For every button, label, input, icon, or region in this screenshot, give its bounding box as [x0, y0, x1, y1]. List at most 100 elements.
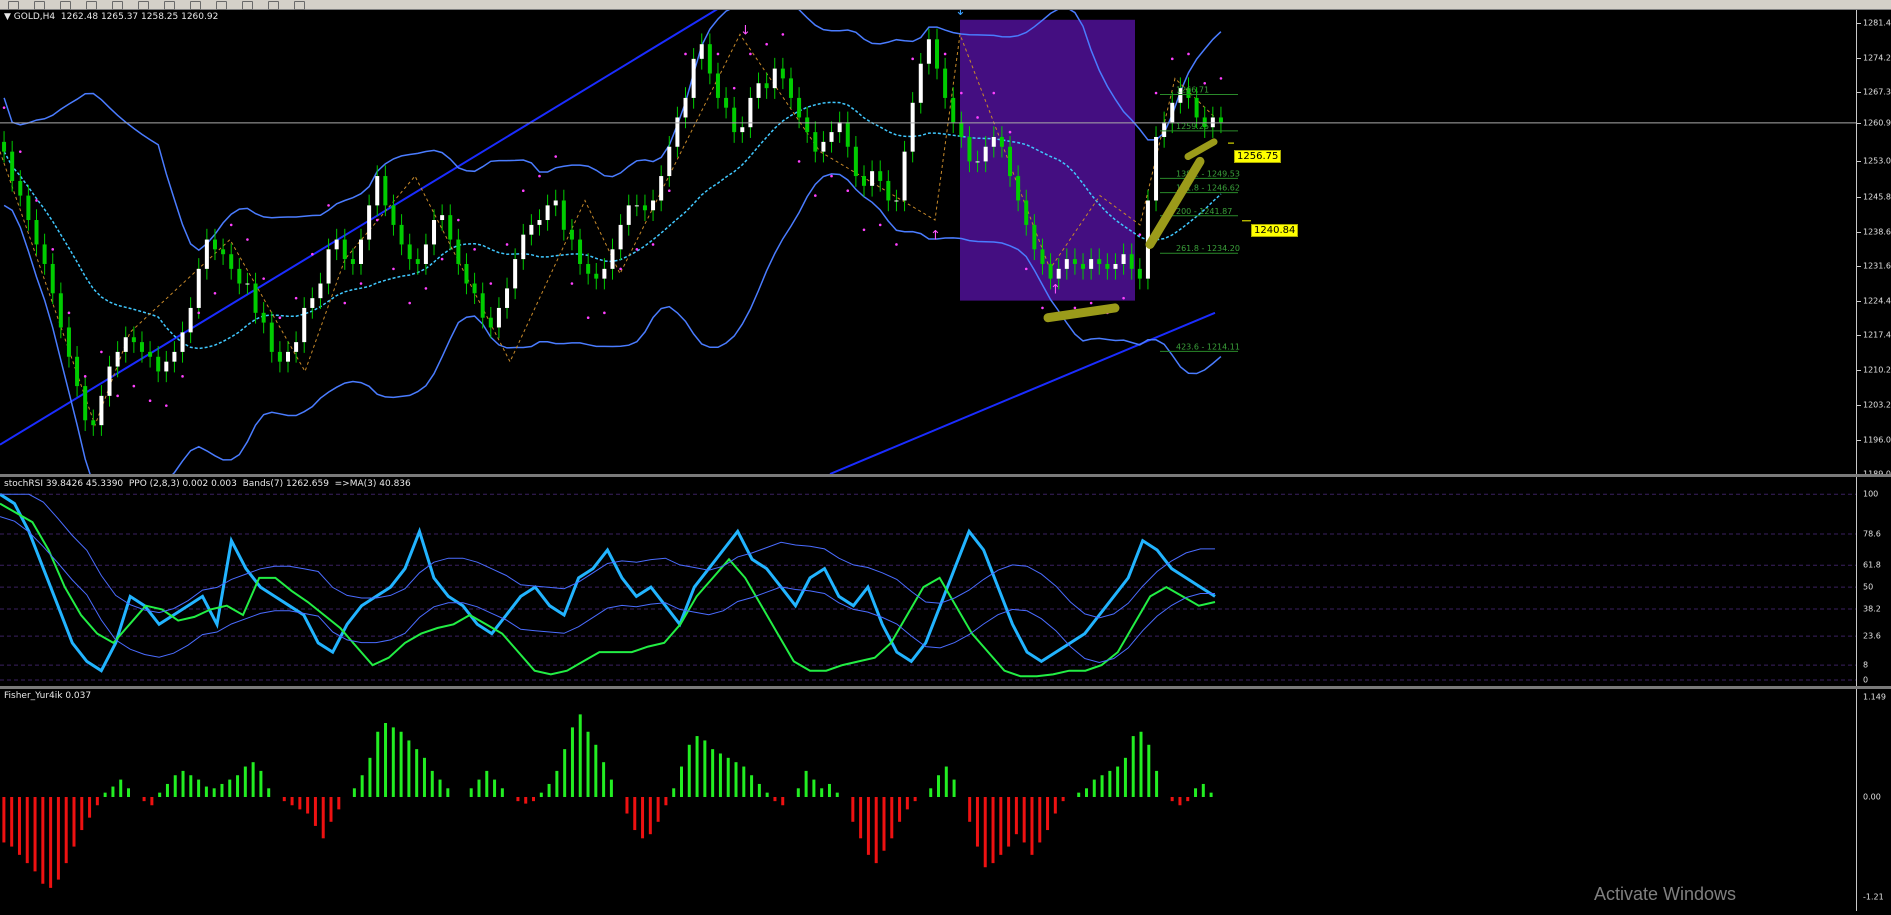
candle [237, 258, 242, 295]
sar-dot [1187, 52, 1190, 56]
candle [505, 277, 510, 319]
sar-dot [895, 243, 898, 246]
open-icon[interactable] [86, 1, 97, 10]
fisher-axis[interactable]: 1.149 0.00 -1.21 [1857, 689, 1891, 911]
file-icon[interactable] [34, 1, 45, 10]
sar-dot [67, 311, 71, 315]
sar-dot [603, 311, 606, 315]
menu-icon[interactable] [8, 1, 19, 10]
fisher-tick-label: 0.00 [1863, 792, 1881, 802]
sar-dot [83, 375, 87, 378]
sar-dot [35, 199, 38, 202]
candle [691, 48, 696, 109]
paste-icon[interactable] [164, 1, 175, 10]
candle [943, 57, 948, 109]
price-tick-label: 1274.2 [1863, 53, 1891, 63]
stochrsi-chart[interactable] [0, 477, 1856, 686]
activate-windows-watermark: Activate Windows [1594, 884, 1737, 904]
candle [50, 253, 55, 305]
price-chart[interactable]: 1266.711259.25138.2 - 1249.53161.8 - 124… [0, 10, 1856, 474]
fisher-pane[interactable]: Fisher_Yur4ik 0.037 [0, 689, 1857, 911]
price-tick-label: 1217.4 [1863, 330, 1891, 340]
candle [813, 121, 818, 163]
candle [456, 228, 461, 275]
sar-dot [457, 218, 460, 222]
sar-dot [814, 194, 817, 197]
fib-level-label: 1259.25 [1176, 122, 1209, 131]
candle [277, 341, 282, 373]
candle [918, 52, 923, 114]
sar-dot [749, 52, 752, 56]
sar-dot [1089, 301, 1093, 305]
sar-dot [846, 189, 850, 193]
fisher-label: Fisher_Yur4ik 0.037 [4, 691, 92, 701]
price-tag-1: 1256.75 [1234, 150, 1282, 163]
up-arrow-icon: ↑ [930, 229, 941, 244]
candle [188, 297, 193, 344]
candle [651, 189, 656, 221]
candle [748, 87, 753, 138]
candle [423, 233, 428, 275]
candle [448, 204, 453, 251]
candle [569, 219, 574, 251]
info-icon[interactable] [216, 1, 227, 10]
sar-dot [294, 296, 298, 300]
candle [756, 72, 761, 109]
price-tick-label: 1281.4 [1863, 18, 1891, 28]
cut-icon[interactable] [112, 1, 123, 10]
candle [642, 194, 647, 221]
sar-dot [2, 106, 6, 109]
price-axis[interactable]: 1281.4 1274.2 1267.3 1260.9 1253.0 1245.8 1238… [1857, 10, 1891, 479]
candle [634, 194, 639, 217]
candle [910, 92, 915, 163]
candle [513, 248, 518, 300]
candle [780, 57, 785, 90]
candle [318, 272, 323, 309]
line-icon[interactable] [268, 1, 279, 10]
toolbar [0, 0, 1891, 10]
price-tick [1857, 196, 1861, 198]
stochrsi-axis[interactable]: 100 78.6 61.8 50 38.2 23.6 8 0 [1857, 477, 1891, 686]
candle [26, 184, 31, 231]
stochrsi-pane[interactable]: stochRSI 39.8426 45.3390 PPO (2,8,3) 0.0… [0, 477, 1857, 686]
candle [1170, 92, 1175, 134]
add-icon[interactable] [190, 1, 201, 10]
price-tick-label: 1260.9 [1863, 118, 1891, 128]
copy-icon[interactable] [138, 1, 149, 10]
candle [894, 189, 899, 212]
sar-dot [473, 248, 476, 251]
candle [602, 258, 607, 290]
candle [821, 131, 826, 163]
price-tick [1857, 57, 1861, 59]
sar-dot [132, 384, 136, 388]
sar-dot [976, 116, 979, 119]
candle [561, 189, 566, 241]
candle [586, 253, 591, 285]
candle [399, 214, 404, 256]
sar-dot [911, 57, 914, 61]
candle [724, 87, 729, 119]
candle [618, 214, 623, 261]
sar-dot [538, 174, 541, 178]
stoch-tick-label: 8 [1863, 660, 1869, 670]
price-tick-label: 1196.0 [1863, 435, 1891, 445]
price-chart-pane[interactable]: ▼ GOLD,H4 1262.48 1265.37 1258.25 1260.9… [0, 10, 1857, 474]
candle [42, 233, 47, 275]
sar-dot [51, 248, 55, 251]
price-tick-label: 1245.8 [1863, 192, 1891, 202]
candle [488, 306, 493, 339]
candle [148, 341, 153, 368]
sar-dot [375, 218, 379, 222]
sar-dot [1170, 57, 1174, 61]
new-order-icon[interactable] [60, 1, 71, 10]
candle [302, 297, 307, 353]
sar-dot [148, 399, 152, 403]
candle [2, 131, 7, 163]
candle [886, 170, 891, 212]
window-icon[interactable] [242, 1, 253, 10]
fisher-chart[interactable] [0, 689, 1856, 911]
arrow-icon[interactable] [294, 1, 305, 10]
candle [472, 272, 477, 305]
candle [229, 243, 234, 280]
sar-dot [213, 291, 217, 295]
